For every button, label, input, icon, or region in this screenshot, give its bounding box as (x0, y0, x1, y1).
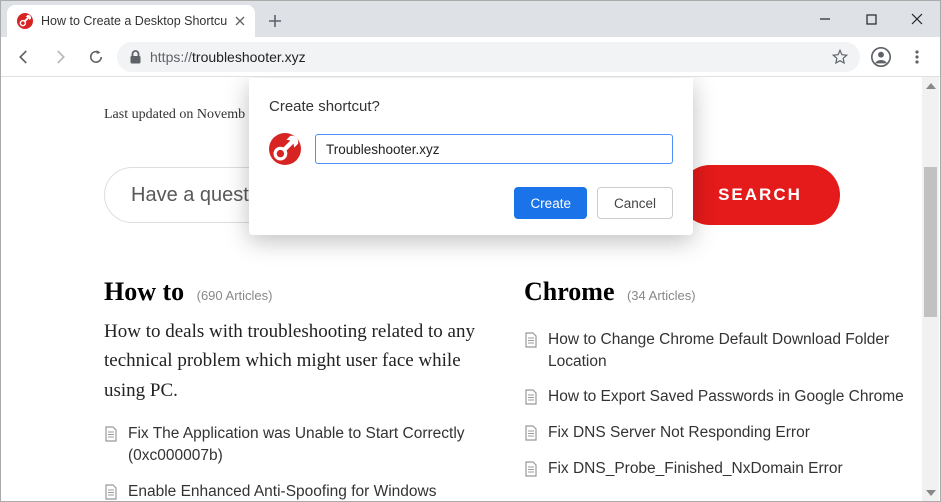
search-button[interactable]: SEARCH (680, 165, 840, 225)
document-icon (524, 425, 538, 441)
create-shortcut-dialog: Create shortcut? Create Cancel (249, 78, 693, 235)
back-button[interactable] (9, 42, 39, 72)
cancel-button[interactable]: Cancel (597, 187, 673, 219)
vertical-scrollbar[interactable] (922, 77, 939, 501)
profile-button[interactable] (866, 42, 896, 72)
document-icon (524, 332, 538, 348)
document-icon (524, 461, 538, 477)
scroll-down-arrow[interactable] (922, 484, 939, 501)
reload-button[interactable] (81, 42, 111, 72)
article-count: (690 Articles) (197, 288, 273, 303)
titlebar: How to Create a Desktop Shortcu (1, 1, 940, 37)
lock-icon (129, 50, 142, 64)
viewport: Last updated on Novemb Have a question S… (1, 77, 940, 501)
site-favicon (17, 13, 33, 29)
window-close-button[interactable] (894, 1, 940, 37)
section-title: Chrome (524, 277, 615, 306)
list-item[interactable]: Enable Enhanced Anti-Spoofing for Window… (104, 481, 484, 501)
list-item[interactable]: Fix DNS_Probe_Finished_NxDomain Error (524, 458, 904, 480)
tab-title: How to Create a Desktop Shortcu (41, 14, 227, 28)
create-button[interactable]: Create (514, 187, 587, 219)
browser-tab[interactable]: How to Create a Desktop Shortcu (7, 5, 255, 37)
section-chrome: Chrome (34 Articles) How to Change Chrom… (524, 277, 904, 501)
list-item[interactable]: Fix DNS Server Not Responding Error (524, 422, 904, 444)
article-count: (34 Articles) (627, 288, 696, 303)
chrome-menu-button[interactable] (902, 42, 932, 72)
window-minimize-button[interactable] (802, 1, 848, 37)
toolbar: https://troubleshooter.xyz (1, 37, 940, 77)
list-item[interactable]: How to Export Saved Passwords in Google … (524, 386, 904, 408)
window-maximize-button[interactable] (848, 1, 894, 37)
url-text: https://troubleshooter.xyz (150, 49, 824, 65)
shortcut-name-input[interactable] (315, 134, 673, 164)
document-icon (524, 389, 538, 405)
new-tab-button[interactable] (261, 7, 289, 35)
window-controls (802, 1, 940, 37)
scroll-up-arrow[interactable] (922, 77, 939, 94)
section-title: How to (104, 277, 184, 306)
document-icon (104, 426, 118, 442)
section-howto: How to (690 Articles) How to deals with … (104, 277, 484, 501)
site-icon (269, 133, 301, 165)
list-item[interactable]: How to Change Chrome Default Download Fo… (524, 329, 904, 372)
scrollbar-thumb[interactable] (924, 167, 937, 317)
dialog-title: Create shortcut? (269, 98, 673, 115)
forward-button[interactable] (45, 42, 75, 72)
bookmark-star-icon[interactable] (832, 49, 848, 65)
document-icon (104, 484, 118, 500)
address-bar[interactable]: https://troubleshooter.xyz (117, 42, 860, 72)
tab-close-icon[interactable] (235, 16, 245, 26)
list-item[interactable]: Fix The Application was Unable to Start … (104, 423, 484, 466)
section-desc: How to deals with troubleshooting relate… (104, 317, 484, 405)
